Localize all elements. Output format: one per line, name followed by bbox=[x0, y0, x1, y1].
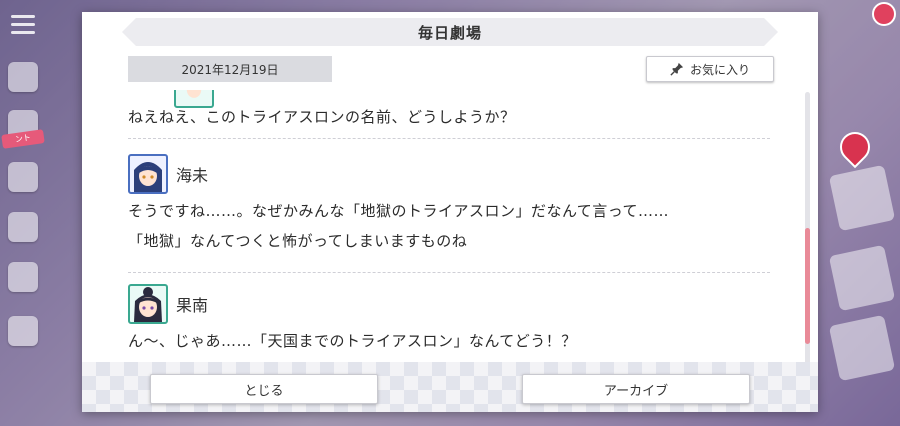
dialogue-line: ん〜、じゃあ……「天国までのトライアスロン」なんてどう！？ bbox=[128, 332, 577, 350]
dialogue-line: そうですね……。なぜかみんな「地獄のトライアスロン」だなんて言って…… bbox=[128, 202, 670, 220]
umi-avatar-icon bbox=[128, 154, 168, 194]
close-button[interactable]: とじる bbox=[150, 374, 378, 404]
expand-icon bbox=[8, 316, 38, 346]
map-pin-icon bbox=[833, 125, 877, 169]
map-tile bbox=[828, 314, 896, 382]
speaker-name: 海未 bbox=[176, 166, 209, 185]
date-label: 2021年12月19日 bbox=[128, 56, 332, 82]
pin-icon bbox=[670, 62, 684, 76]
trophy-icon bbox=[8, 262, 38, 292]
notification-icon bbox=[872, 2, 896, 26]
right-map-rail bbox=[818, 0, 900, 426]
dialogue-entry: ねえねえ、このトライアスロンの名前、どうしようか？ bbox=[128, 90, 770, 139]
dialogue-line: ねえねえ、このトライアスロンの名前、どうしようか？ bbox=[128, 108, 516, 126]
character-avatar-icon bbox=[174, 90, 214, 108]
favorite-button-label: お気に入り bbox=[689, 62, 750, 77]
archive-button[interactable]: アーカイブ bbox=[522, 374, 750, 404]
scrollbar-thumb[interactable] bbox=[805, 228, 810, 344]
gift-icon bbox=[8, 162, 38, 192]
favorite-button[interactable]: お気に入り bbox=[646, 56, 774, 82]
dialog-title: 毎日劇場 bbox=[417, 23, 482, 42]
dialogue-scroll-area[interactable]: ねえねえ、このトライアスロンの名前、どうしようか？ 海未 そうですね……。なぜか… bbox=[82, 90, 818, 362]
dialogue-entry: 果南 ん〜、じゃあ……「天国までのトライアスロン」なんてどう！？ bbox=[128, 282, 770, 362]
dialogue-line: 「地獄」なんてつくと怖がってしまいますものね bbox=[128, 232, 468, 250]
scrollbar-track[interactable] bbox=[805, 92, 810, 368]
kanan-avatar-icon bbox=[128, 284, 168, 324]
dialog-title-bar: 毎日劇場 bbox=[122, 18, 778, 46]
speaker-name: 果南 bbox=[176, 296, 209, 315]
map-tile bbox=[828, 244, 896, 312]
left-menu-rail: ント bbox=[0, 0, 48, 426]
chat-icon bbox=[8, 62, 38, 92]
map-tile bbox=[828, 164, 896, 232]
daily-theater-dialog: 毎日劇場 2021年12月19日 お気に入り ねえねえ、このトライアスロンの名前… bbox=[82, 12, 818, 412]
hamburger-menu-icon bbox=[8, 10, 38, 40]
dialog-footer: とじる アーカイブ bbox=[82, 362, 818, 412]
dialogue-entry: 海未 そうですね……。なぜかみんな「地獄のトライアスロン」だなんて言って…… 「… bbox=[128, 152, 770, 273]
photo-icon bbox=[8, 212, 38, 242]
speaker-row: 果南 bbox=[128, 282, 770, 326]
speaker-row: 海未 bbox=[128, 152, 770, 196]
